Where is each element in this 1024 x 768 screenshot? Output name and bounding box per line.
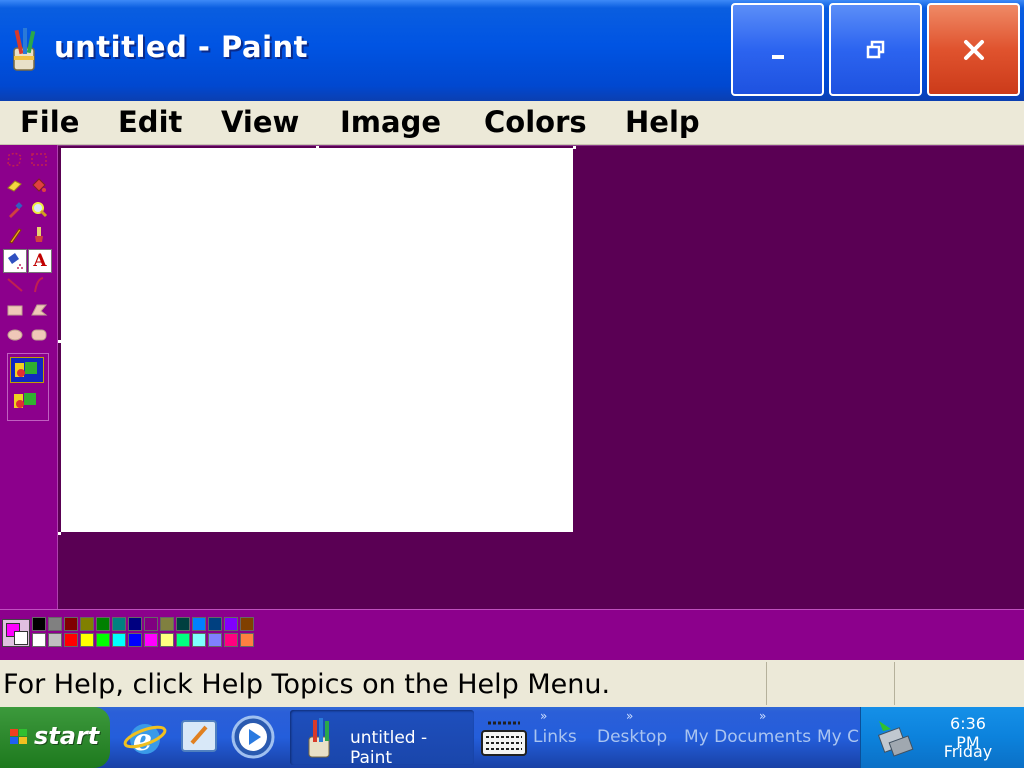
network-icon[interactable] bbox=[873, 717, 917, 761]
clock-day[interactable]: Friday bbox=[939, 742, 997, 761]
resize-handle-bottom-left[interactable] bbox=[58, 532, 61, 535]
color-swatch[interactable] bbox=[32, 633, 46, 647]
restore-button[interactable] bbox=[829, 3, 922, 96]
opaque-option[interactable] bbox=[10, 357, 44, 383]
color-swatch[interactable] bbox=[48, 633, 62, 647]
start-label: start bbox=[34, 722, 100, 750]
toolbox: A bbox=[0, 145, 58, 609]
taskbar: start e untitled - Paint » Links » Deskt… bbox=[0, 707, 1024, 768]
minimize-button[interactable] bbox=[731, 3, 824, 96]
color-swatch[interactable] bbox=[128, 633, 142, 647]
color-swatch[interactable] bbox=[160, 617, 174, 631]
window-title: untitled - Paint bbox=[54, 30, 309, 64]
taskbar-button-paint[interactable]: untitled - Paint bbox=[290, 710, 474, 768]
taskbar-button-label: untitled - Paint bbox=[350, 728, 428, 768]
brush-tool[interactable] bbox=[29, 225, 49, 245]
tool-options-panel bbox=[7, 353, 49, 421]
resize-handle-left[interactable] bbox=[58, 340, 61, 343]
minimize-icon bbox=[733, 5, 822, 94]
curve-tool[interactable] bbox=[29, 275, 49, 295]
start-button[interactable]: start bbox=[0, 707, 110, 768]
close-icon bbox=[929, 5, 1018, 94]
menu-file[interactable]: File bbox=[20, 105, 79, 139]
windows-flag-icon bbox=[10, 729, 28, 745]
media-player-icon[interactable] bbox=[230, 713, 276, 761]
paint-app-icon[interactable] bbox=[8, 26, 44, 72]
color-swatch[interactable] bbox=[112, 617, 126, 631]
color-swatch[interactable] bbox=[144, 617, 158, 631]
desktop-chevron-icon[interactable]: » bbox=[626, 709, 633, 723]
status-separator bbox=[894, 662, 895, 705]
pencil-tool[interactable] bbox=[5, 225, 25, 245]
color-swatch[interactable] bbox=[80, 617, 94, 631]
menu-image[interactable]: Image bbox=[340, 105, 441, 139]
color-swatch[interactable] bbox=[208, 617, 222, 631]
line-tool[interactable] bbox=[5, 275, 25, 295]
system-tray: 6:36 PM Friday bbox=[860, 707, 1024, 768]
toolbar-my-computer[interactable]: My C bbox=[817, 727, 859, 747]
current-colors bbox=[2, 619, 30, 647]
toolbar-desktop[interactable]: Desktop bbox=[597, 727, 667, 747]
color-swatch[interactable] bbox=[240, 633, 254, 647]
text-tool[interactable]: A bbox=[28, 249, 52, 273]
resize-handle-top[interactable] bbox=[316, 146, 319, 149]
color-swatch[interactable] bbox=[64, 617, 78, 631]
color-swatch[interactable] bbox=[176, 617, 190, 631]
color-swatch[interactable] bbox=[96, 617, 110, 631]
color-swatch[interactable] bbox=[80, 633, 94, 647]
color-swatch[interactable] bbox=[240, 617, 254, 631]
polygon-tool[interactable] bbox=[29, 300, 49, 320]
fill-with-color-tool[interactable] bbox=[29, 175, 49, 195]
color-swatch[interactable] bbox=[224, 633, 238, 647]
menu-edit[interactable]: Edit bbox=[118, 105, 182, 139]
close-button[interactable] bbox=[927, 3, 1020, 96]
toolbar-my-documents[interactable]: My Documents bbox=[684, 727, 811, 747]
status-bar: For Help, click Help Topics on the Help … bbox=[0, 660, 1024, 707]
show-desktop-icon[interactable] bbox=[176, 713, 222, 761]
background-color-box bbox=[14, 631, 28, 645]
eraser-tool[interactable] bbox=[5, 175, 25, 195]
pick-color-tool[interactable] bbox=[5, 200, 25, 220]
color-swatch[interactable] bbox=[144, 633, 158, 647]
color-swatch[interactable] bbox=[192, 617, 206, 631]
drawing-canvas[interactable] bbox=[61, 148, 573, 532]
color-swatch[interactable] bbox=[96, 633, 110, 647]
color-swatch[interactable] bbox=[64, 633, 78, 647]
color-swatch[interactable] bbox=[160, 633, 174, 647]
color-swatch[interactable] bbox=[112, 633, 126, 647]
status-separator bbox=[766, 662, 767, 705]
resize-handle-top-right[interactable] bbox=[573, 146, 576, 149]
menu-bar: File Edit View Image Colors Help bbox=[0, 101, 1024, 145]
color-swatch[interactable] bbox=[208, 633, 222, 647]
select-tool[interactable] bbox=[29, 150, 49, 170]
color-swatch[interactable] bbox=[128, 617, 142, 631]
color-swatch[interactable] bbox=[48, 617, 62, 631]
color-swatch[interactable] bbox=[224, 617, 238, 631]
transparent-option[interactable] bbox=[10, 389, 44, 415]
color-swatch[interactable] bbox=[192, 633, 206, 647]
documents-chevron-icon[interactable]: » bbox=[759, 709, 766, 723]
onscreen-keyboard-icon[interactable] bbox=[480, 719, 528, 757]
color-swatch[interactable] bbox=[176, 633, 190, 647]
color-swatch[interactable] bbox=[32, 617, 46, 631]
airbrush-tool[interactable] bbox=[3, 249, 27, 273]
menu-colors[interactable]: Colors bbox=[484, 105, 587, 139]
links-chevron-icon[interactable]: » bbox=[540, 709, 547, 723]
text-tool-glyph: A bbox=[33, 251, 47, 271]
internet-explorer-icon[interactable]: e bbox=[122, 713, 168, 761]
title-bar[interactable]: untitled - Paint bbox=[0, 0, 1024, 101]
toolbar-link[interactable]: Links bbox=[533, 727, 577, 747]
rectangle-tool[interactable] bbox=[5, 300, 25, 320]
ellipse-tool[interactable] bbox=[5, 325, 25, 345]
paint-task-icon bbox=[304, 717, 340, 759]
rounded-rectangle-tool[interactable] bbox=[29, 325, 49, 345]
status-help-text: For Help, click Help Topics on the Help … bbox=[3, 669, 611, 700]
magnifier-tool[interactable] bbox=[29, 200, 49, 220]
menu-help[interactable]: Help bbox=[625, 105, 700, 139]
free-form-select-tool[interactable] bbox=[5, 150, 25, 170]
menu-view[interactable]: View bbox=[221, 105, 299, 139]
restore-icon bbox=[831, 5, 920, 94]
